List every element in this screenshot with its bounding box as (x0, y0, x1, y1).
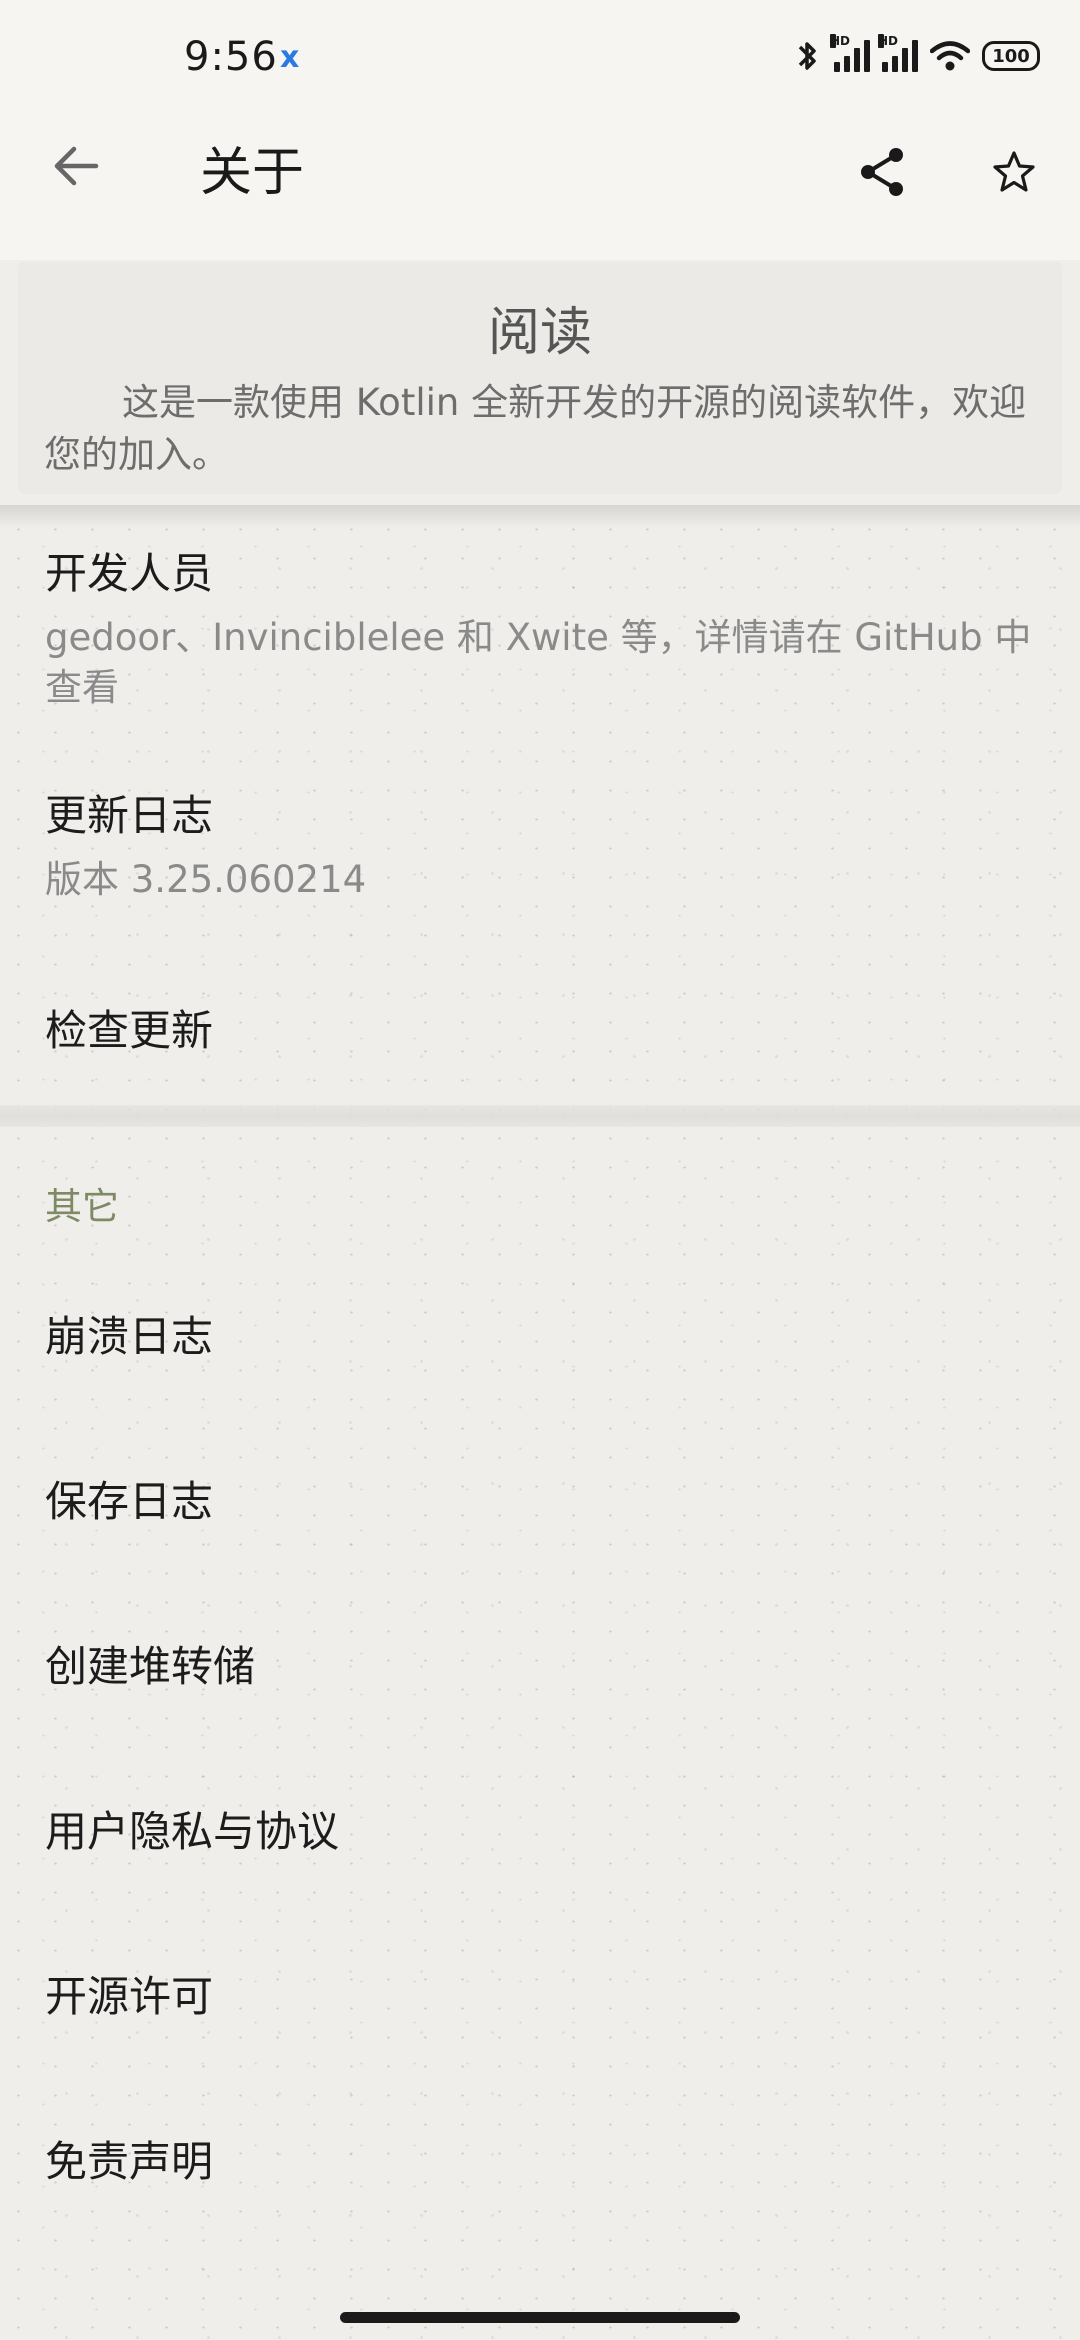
heap-dump-title: 创建堆转储 (45, 1642, 256, 1691)
bluetooth-icon (798, 42, 816, 70)
battery-icon: 100 (982, 41, 1040, 71)
check-update-title: 检查更新 (45, 1006, 214, 1055)
developers-title: 开发人员 (45, 549, 214, 598)
developers-item[interactable]: 开发人员 gedoor、Invinciblelee 和 Xwite 等，详情请在… (45, 540, 1040, 713)
crash-log-title: 崩溃日志 (45, 1312, 214, 1361)
save-log-item[interactable]: 保存日志 (45, 1468, 1040, 1529)
favorite-button[interactable] (980, 138, 1048, 206)
section-header-other: 其它 (45, 1185, 119, 1228)
app-description: 这是一款使用 Kotlin 全新开发的开源的阅读软件，欢迎您的加入。 (44, 381, 1027, 476)
share-button[interactable] (848, 138, 916, 206)
hd-signal-icon: HD (878, 34, 918, 72)
hd-signal-icon: HD (830, 34, 870, 72)
crash-log-item[interactable]: 崩溃日志 (45, 1303, 1040, 1364)
status-bar: 9:56 x HD HD 100 (0, 0, 1080, 120)
status-time: 9:56 (184, 34, 278, 80)
open-source-license-item[interactable]: 开源许可 (45, 1963, 1040, 2024)
notification-badge-icon: x (280, 40, 300, 75)
battery-level: 100 (992, 45, 1030, 67)
arrow-left-icon (54, 146, 99, 186)
app-info-card: 阅读 这是一款使用 Kotlin 全新开发的开源的阅读软件，欢迎您的加入。 (18, 262, 1062, 494)
share-icon (861, 148, 903, 196)
page-title: 关于 (200, 143, 305, 203)
privacy-agreement-item[interactable]: 用户隐私与协议 (45, 1798, 1040, 1859)
app-bar (0, 120, 1080, 260)
status-icons: HD HD 100 (792, 34, 1040, 74)
disclaimer-item[interactable]: 免责声明 (45, 2128, 1040, 2189)
save-log-title: 保存日志 (45, 1477, 214, 1526)
app-name: 阅读 (487, 303, 592, 363)
developers-subtitle: gedoor、Invinciblelee 和 Xwite 等，详情请在 GitH… (45, 616, 1032, 709)
home-indicator[interactable] (340, 2312, 740, 2323)
changelog-item[interactable]: 更新日志 版本 3.25.060214 (45, 782, 1040, 905)
privacy-agreement-title: 用户隐私与协议 (45, 1807, 340, 1856)
open-source-license-title: 开源许可 (45, 1972, 214, 2021)
disclaimer-title: 免责声明 (45, 2137, 214, 2186)
wifi-icon (930, 41, 970, 71)
version-text: 版本 3.25.060214 (45, 858, 367, 901)
check-update-item[interactable]: 检查更新 (45, 997, 1040, 1058)
star-outline-icon (993, 151, 1035, 192)
card-shadow (0, 505, 1080, 529)
section-divider (0, 1105, 1080, 1127)
heap-dump-item[interactable]: 创建堆转储 (45, 1633, 1040, 1694)
changelog-title: 更新日志 (45, 791, 214, 840)
back-button[interactable] (40, 130, 112, 202)
